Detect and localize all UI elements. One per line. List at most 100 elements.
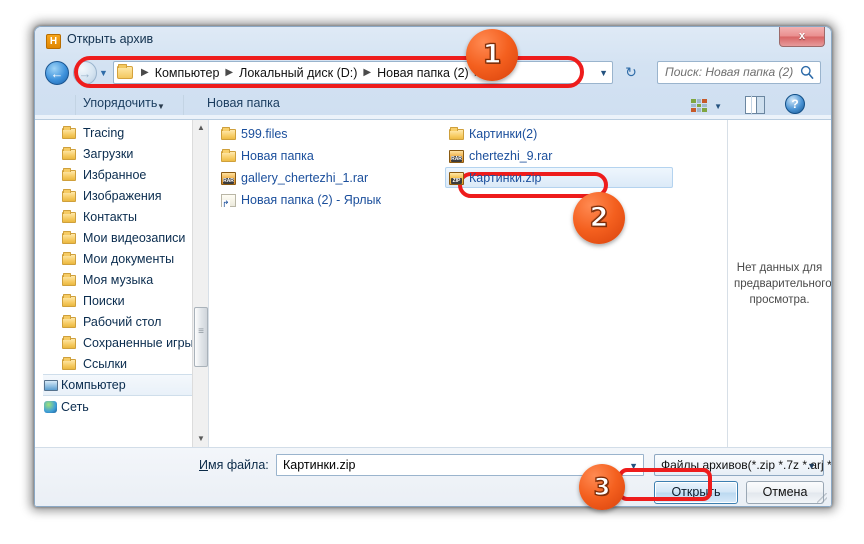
back-arrow-icon: ← [50, 66, 64, 81]
sidebar-item-5[interactable]: Мои видеозаписи [43, 227, 192, 248]
toolbar-divider [183, 95, 184, 115]
annotation-badge-3: 3 [579, 464, 625, 510]
file-list-item[interactable]: Картинки(2) [447, 123, 682, 145]
views-grid-icon [691, 99, 707, 112]
breadcrumb-item-new-folder[interactable]: Новая папка (2) [377, 66, 469, 80]
address-bar[interactable]: ▶ Компьютер ▶ Локальный диск (D:) ▶ Нова… [113, 61, 613, 84]
app-icon: H [46, 34, 61, 49]
folder-search-icon [61, 293, 77, 308]
organize-button[interactable]: Упорядочить [83, 96, 157, 110]
navigation-pane: Tracing Загрузки Избранное Изображения Конта… [43, 120, 208, 447]
folder-star-icon [61, 167, 77, 182]
sidebar-item-12[interactable]: Компьютер [43, 374, 192, 396]
sidebar-item-9[interactable]: Рабочий стол [43, 311, 192, 332]
filename-label: Имя файла: [199, 458, 269, 472]
folder-video-icon [61, 230, 77, 245]
sidebar-item-10[interactable]: Сохраненные игры [43, 332, 194, 353]
address-dropdown-caret-icon[interactable]: ▼ [599, 69, 608, 78]
help-button[interactable]: ? [785, 94, 805, 114]
open-button[interactable]: Открыть [654, 481, 738, 504]
sidebar-item-3[interactable]: Изображения [43, 185, 192, 206]
sidebar-item-0[interactable]: Tracing [43, 122, 192, 143]
breadcrumb-separator-icon: ▶ [141, 67, 149, 78]
sidebar-item-label: Моя музыка [83, 272, 154, 287]
preview-message: Нет данных для предварительного просмотр… [734, 262, 832, 306]
search-input[interactable]: Поиск: Новая папка (2) [665, 65, 793, 79]
navigation-pane-scrollbar[interactable]: ▲ ▼ [192, 120, 208, 447]
folder-contacts-icon [61, 209, 77, 224]
views-caret-icon[interactable]: ▼ [714, 102, 722, 111]
title-bar: H Открыть архив x [35, 27, 831, 55]
file-list-item[interactable]: Новая папка (2) - Ярлык [219, 189, 449, 211]
zip-archive-icon: ZIP [449, 171, 465, 185]
preview-pane-button[interactable] [745, 96, 765, 114]
back-button[interactable]: ← [45, 61, 69, 85]
organize-caret-icon[interactable]: ▼ [157, 102, 165, 111]
folder-links-icon [61, 356, 77, 371]
scroll-down-arrow-icon[interactable]: ▼ [193, 431, 208, 447]
breadcrumb-folder-icon [117, 64, 133, 79]
cancel-button[interactable]: Отмена [746, 481, 824, 504]
filename-dropdown-caret-icon[interactable]: ▼ [629, 462, 638, 471]
scroll-up-arrow-icon[interactable]: ▲ [193, 120, 208, 136]
history-dropdown-caret-icon[interactable]: ▼ [99, 69, 110, 78]
file-name-label: Новая папка (2) - Ярлык [241, 193, 382, 207]
sidebar-item-label: Поиски [83, 293, 125, 308]
folder-desktop-icon [61, 314, 77, 329]
folder-pictures-icon [61, 188, 77, 203]
file-name-label: chertezhi_9.rar [469, 149, 553, 163]
file-list-item[interactable]: 599.files [219, 123, 449, 145]
sidebar-item-6[interactable]: Мои документы [43, 248, 192, 269]
breadcrumb-separator-icon: ▶ [225, 67, 234, 78]
forward-button[interactable]: → [73, 61, 97, 85]
breadcrumb-item-computer[interactable]: Компьютер [155, 66, 220, 80]
sidebar-item-label: Ссылки [83, 356, 128, 371]
folder-games-icon [61, 335, 77, 350]
annotation-badge-1: 1 [466, 29, 518, 81]
file-name-label: Новая папка [241, 149, 314, 163]
toolbar-divider [75, 95, 76, 115]
sidebar-item-13[interactable]: Сеть [43, 396, 192, 417]
window-title: Открыть архив [67, 32, 154, 46]
scrollbar-thumb[interactable] [194, 307, 208, 367]
sidebar-item-label: Сохраненные игры [83, 335, 194, 350]
breadcrumb-item-local-disk[interactable]: Локальный диск (D:) [239, 66, 357, 80]
change-view-button[interactable]: ▼ [687, 95, 722, 116]
file-name-label: 599.files [241, 127, 288, 141]
file-list-item[interactable]: ZIP Картинки.zip [445, 167, 682, 189]
file-list-item[interactable]: RAR chertezhi_9.rar [447, 145, 682, 167]
sidebar-item-4[interactable]: Контакты [43, 206, 192, 227]
breadcrumb: ▶ Компьютер ▶ Локальный диск (D:) ▶ Нова… [117, 62, 488, 83]
screenshot-root: H Открыть архив x ← → ▼ ▶ Компьютер ▶ Ло… [0, 0, 864, 544]
folder-tree: Tracing Загрузки Избранное Изображения Конта… [43, 122, 194, 417]
refresh-button[interactable]: ↻ [619, 61, 643, 84]
file-list-item[interactable]: RAR gallery_chertezhi_1.rar [219, 167, 449, 189]
file-list-item[interactable]: Новая папка [219, 145, 449, 167]
search-icon [800, 65, 814, 80]
shortcut-icon [221, 193, 237, 209]
dialog-footer: Имя файла: Картинки.zip ▼ Файлы архивов(… [35, 447, 831, 506]
dialog-body: Tracing Загрузки Избранное Изображения Конта… [35, 120, 831, 447]
sidebar-item-2[interactable]: Избранное [43, 164, 192, 185]
file-name-label: Картинки(2) [469, 127, 538, 141]
file-column-1: 599.files Новая папка RAR gallery_chertezhi… [219, 123, 449, 211]
new-folder-button[interactable]: Новая папка [207, 96, 280, 110]
filename-label-rest: мя файла: [207, 458, 269, 472]
sidebar-item-1[interactable]: Загрузки [43, 143, 192, 164]
close-button[interactable]: x [779, 27, 825, 47]
folder-icon [449, 127, 465, 141]
search-box[interactable]: Поиск: Новая папка (2) [657, 61, 821, 84]
navigation-row: ← → ▼ ▶ Компьютер ▶ Локальный диск (D:) … [35, 55, 831, 91]
sidebar-item-11[interactable]: Ссылки [43, 353, 192, 374]
resize-grip[interactable] [817, 493, 827, 503]
rar-archive-icon: RAR [449, 149, 465, 163]
toolbar: Упорядочить ▼ Новая папка ▼ ? [35, 91, 831, 120]
file-list-pane[interactable]: 599.files Новая папка RAR gallery_chertezhi… [209, 120, 727, 447]
file-type-filter-select[interactable]: Файлы архивов(*.zip *.7z *.arj * ▼ [654, 454, 831, 476]
rar-archive-icon: RAR [221, 171, 237, 185]
file-column-2: Картинки(2) RAR chertezhi_9.rar ZIP Картинки… [445, 123, 682, 189]
sidebar-item-label: Загрузки [83, 146, 134, 161]
sidebar-item-8[interactable]: Поиски [43, 290, 192, 311]
computer-icon [43, 378, 59, 392]
sidebar-item-7[interactable]: Моя музыка [43, 269, 192, 290]
